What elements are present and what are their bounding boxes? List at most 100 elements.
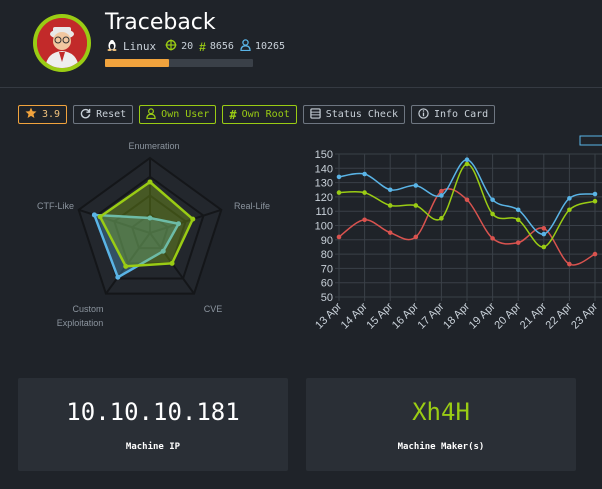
own-user-label: Own User [161,109,210,120]
machine-ip-caption: Machine IP [125,442,181,452]
refresh-icon [80,108,91,122]
line-point [592,251,598,257]
line-point [490,211,495,217]
user-icon [146,107,156,122]
line-point [336,190,342,195]
x-tick-label: 23 Apr [569,300,600,331]
own-user-button[interactable]: Own User [139,105,217,124]
points-value: 20 [181,41,194,52]
y-tick-label: 80 [321,249,333,261]
machine-meta: Linux 20 # 8656 10265 [106,39,285,54]
linux-icon [106,39,118,54]
line-point [541,244,547,250]
line-point [413,183,419,188]
machine-maker-caption: Machine Maker(s) [397,442,485,452]
radar-point [115,274,121,280]
x-tick-label: 15 Apr [364,300,395,331]
line-point [541,231,547,237]
line-point [387,230,393,235]
radar-label-ctf-like: CTF-Like [37,201,74,211]
y-tick-label: 60 [321,278,333,290]
line-point [439,216,444,221]
rating-value: 3.9 [42,109,61,120]
rating-badge[interactable]: 3.9 [18,105,68,124]
y-tick-label: 130 [315,178,333,190]
line-point [567,261,572,267]
line-point [387,203,393,208]
line-point [592,198,598,204]
line-point [387,187,393,193]
star-icon [25,107,37,122]
machine-maker-card: Xh4H Machine Maker(s) [306,378,576,471]
own-root-button[interactable]: # Own Root [222,105,297,124]
hash-icon: # [199,39,206,54]
line-point [541,226,547,231]
users-value: 10265 [254,41,286,52]
points-icon [165,39,177,54]
os-label: Linux [123,40,157,53]
server-icon [310,107,321,122]
radar-point [169,260,175,266]
machine-maker-value[interactable]: Xh4H [306,398,576,426]
status-check-button[interactable]: Status Check [302,105,405,124]
x-tick-label: 19 Apr [467,300,498,331]
action-toolbar: 3.9 Reset Own User # Own Root Status Che… [18,105,496,124]
y-tick-label: 70 [321,263,333,275]
line-point [567,196,572,201]
radar-label-custom: Custom [72,304,103,314]
line-point [464,197,470,203]
own-root-label: Own Root [241,109,290,120]
reset-label: Reset [96,109,127,120]
x-tick-label: 14 Apr [339,300,370,331]
radar-point [97,214,103,220]
line-point [490,197,495,203]
info-card-label: Info Card [434,109,489,120]
x-tick-label: 13 Apr [313,300,344,331]
machine-avatar [33,14,91,72]
info-card-button[interactable]: Info Card [411,105,496,124]
radar-chart: Enumeration Real-Life CVE Custom Exploit… [37,141,270,328]
line-point [515,217,521,223]
info-icon [418,107,429,122]
line-point [515,240,521,245]
reset-button[interactable]: Reset [73,105,134,124]
x-tick-label: 17 Apr [416,300,447,331]
y-tick-label: 100 [315,221,333,233]
y-tick-label: 120 [315,192,333,204]
line-point [413,203,419,208]
line-chart: 150 140 130 120 110 100 90 80 70 60 50 13 Apr14 Ap… [313,135,602,332]
line-point [464,157,470,163]
x-tick-label: 16 Apr [390,300,421,331]
radar-label-exploitation: Exploitation [57,318,104,328]
y-tick-label: 150 [315,149,333,161]
line-point [362,171,367,177]
line-point [336,234,342,240]
x-tick-label: 18 Apr [441,300,472,331]
line-point [362,217,367,223]
x-tick-label: 22 Apr [544,300,575,331]
line-point [592,191,598,197]
line-point [362,190,367,195]
line-point [464,161,470,167]
line-point [439,193,444,198]
progress-fill [105,59,169,67]
user-icon [240,39,251,54]
line-point [567,207,572,213]
radar-point [91,212,97,218]
y-tick-label: 90 [321,235,333,247]
divider [0,87,602,88]
line-point [490,236,495,241]
line-point [515,207,521,213]
difficulty-progress-bar [105,59,253,67]
legend-box[interactable] [579,135,602,146]
y-tick-label: 50 [321,292,333,304]
machine-title: Traceback [105,10,216,35]
y-tick-label: 110 [315,206,333,218]
radar-label-enumeration: Enumeration [128,141,179,151]
y-tick-label: 140 [315,163,333,175]
line-point [413,234,419,240]
hash-icon: # [229,107,237,122]
hacker-avatar-icon [37,18,87,68]
line-point [439,188,444,194]
x-tick-label: 20 Apr [492,300,523,331]
